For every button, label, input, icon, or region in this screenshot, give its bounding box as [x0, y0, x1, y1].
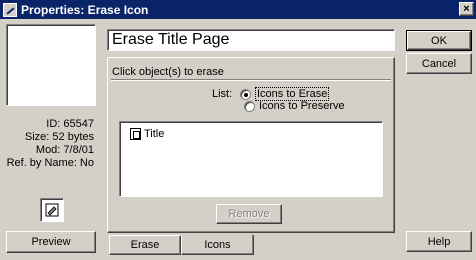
erase-preview-icon: [40, 198, 64, 222]
erase-app-icon: [3, 2, 17, 17]
icon-thumbnail: [6, 24, 96, 106]
radio-preserve-label: Icons to Preserve: [259, 100, 345, 112]
tab-erase[interactable]: Erase: [109, 235, 181, 255]
radio-unselected-icon[interactable]: [244, 100, 255, 112]
ok-button-label[interactable]: OK: [407, 31, 471, 50]
panel-header: Click object(s) to erase: [112, 66, 224, 78]
id-text: ID: 65547: [46, 118, 94, 130]
object-list[interactable]: Title: [119, 121, 383, 197]
list-label: List:: [212, 88, 233, 100]
radio-icons-to-erase[interactable]: Icons to Erase: [240, 87, 330, 101]
help-button[interactable]: Help: [406, 231, 472, 252]
ok-button[interactable]: OK: [406, 30, 472, 51]
title-bar: Properties: Erase Icon ×: [0, 0, 476, 19]
preview-button[interactable]: Preview: [6, 231, 96, 253]
radio-icons-to-preserve[interactable]: Icons to Preserve: [212, 100, 345, 112]
icon-name-field[interactable]: Erase Title Page: [107, 29, 395, 51]
mod-text: Mod: 7/8/01: [35, 144, 94, 156]
display-icon: [130, 128, 141, 140]
list-item[interactable]: Title: [130, 128, 164, 140]
close-button[interactable]: ×: [459, 2, 474, 16]
radio-selected-icon[interactable]: [240, 88, 251, 100]
list-item-label: Title: [144, 128, 165, 140]
window-title: Properties: Erase Icon: [21, 2, 149, 17]
radio-erase-label: Icons to Erase: [255, 87, 330, 101]
size-text: Size: 52 bytes: [24, 131, 94, 143]
tab-icons[interactable]: Icons: [181, 235, 254, 255]
erase-panel: Click object(s) to erase List: Icons to …: [107, 57, 395, 233]
remove-button[interactable]: Remove: [216, 204, 282, 224]
icon-info: ID: 65547 Size: 52 bytes Mod: 7/8/01 Ref…: [4, 118, 98, 170]
panel-divider: [111, 79, 391, 81]
ref-text: Ref. by Name: No: [6, 157, 94, 169]
cancel-button[interactable]: Cancel: [406, 53, 472, 74]
